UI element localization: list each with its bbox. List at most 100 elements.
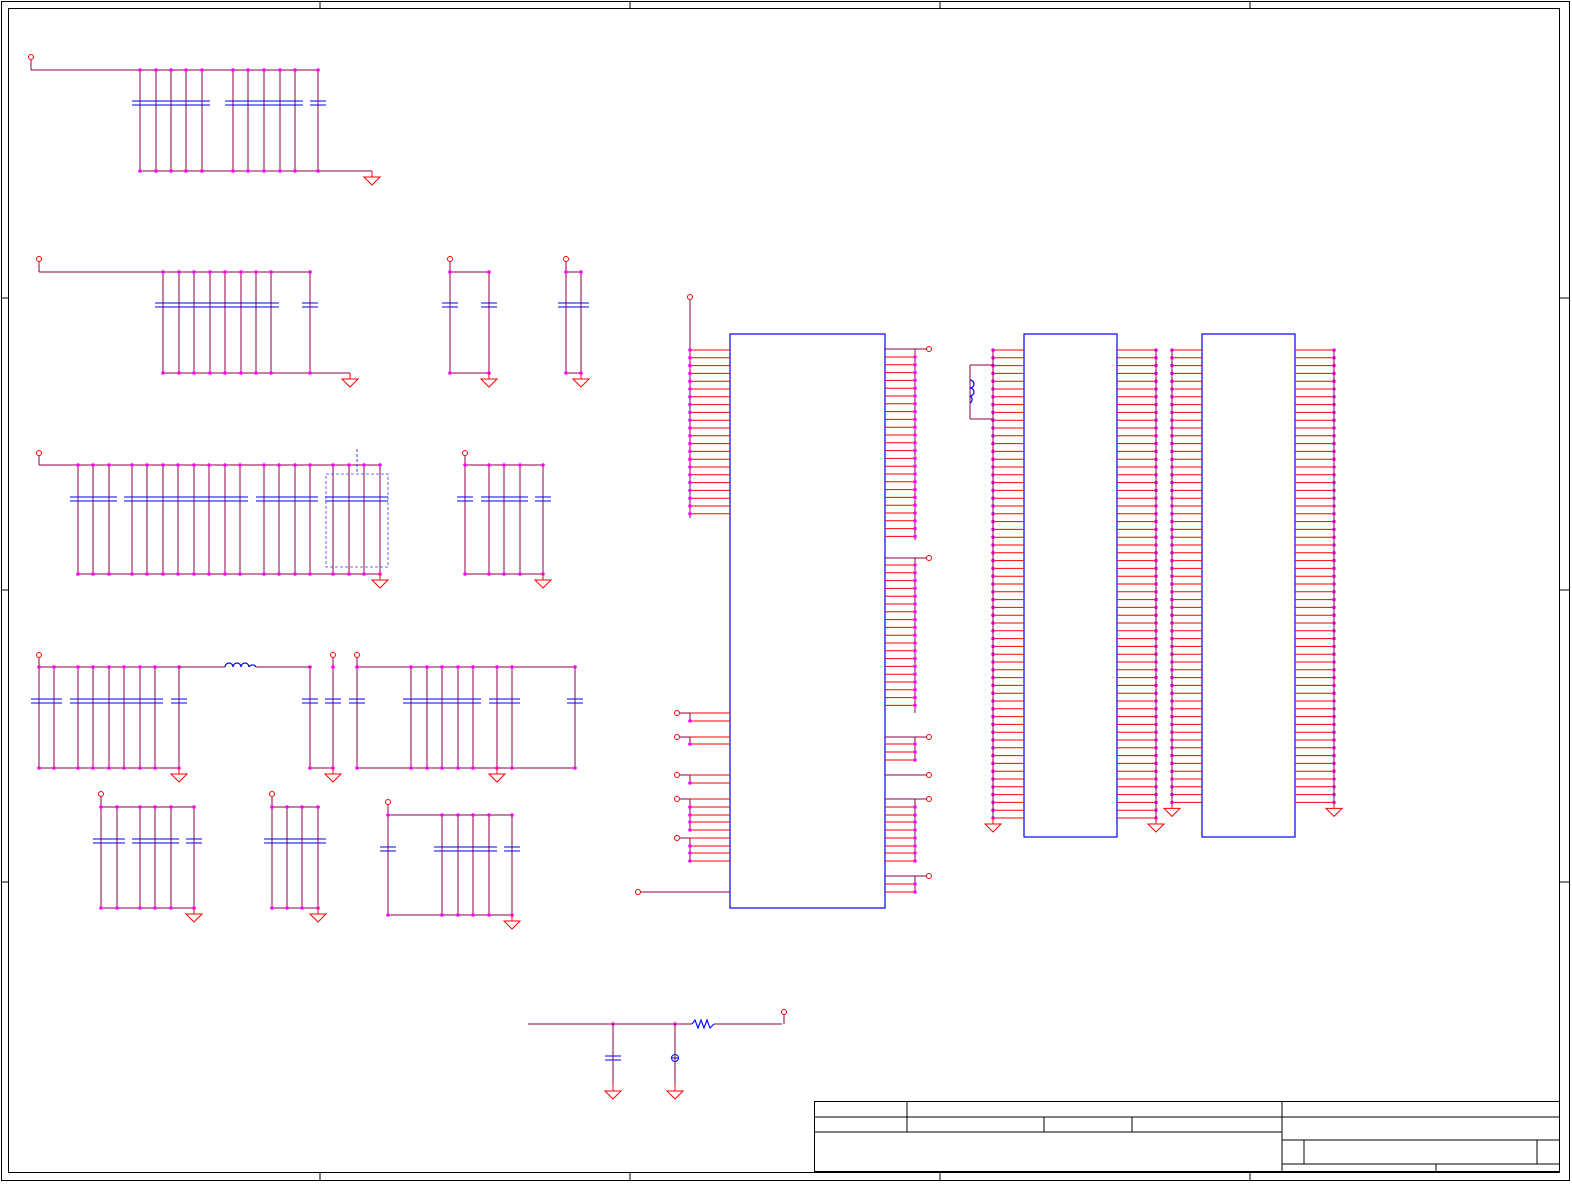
junction-dot bbox=[254, 371, 258, 375]
power-port-icon bbox=[462, 450, 468, 456]
junction-dot bbox=[316, 169, 320, 173]
capacitor-bank bbox=[93, 791, 204, 923]
junction-dot bbox=[331, 665, 335, 669]
junction-dot bbox=[300, 906, 304, 910]
junction-dot bbox=[223, 270, 227, 274]
capacitor-bank bbox=[380, 799, 522, 930]
junction-dot bbox=[138, 906, 142, 910]
junction-dot bbox=[138, 766, 142, 770]
junction-dot bbox=[913, 602, 917, 606]
ground-triangle bbox=[479, 378, 499, 388]
junction-dot bbox=[688, 828, 692, 832]
junction-dot bbox=[331, 572, 335, 576]
junction-dot bbox=[688, 473, 692, 477]
decoupling-capacitor-banks bbox=[28, 54, 591, 930]
junction-dot bbox=[362, 572, 366, 576]
junction-dot bbox=[913, 750, 917, 754]
junction-dot bbox=[913, 664, 917, 669]
junction-dot bbox=[308, 270, 312, 274]
junction-dot bbox=[579, 270, 583, 274]
junction-dot bbox=[913, 680, 917, 684]
junction-dot bbox=[122, 665, 126, 669]
junction-dot bbox=[262, 572, 266, 576]
junction-dot bbox=[154, 68, 158, 72]
junction-dot bbox=[913, 859, 917, 863]
junction-dot bbox=[688, 363, 692, 368]
junction-dot bbox=[440, 766, 444, 770]
junction-dot bbox=[208, 270, 212, 274]
junction-dot bbox=[192, 805, 196, 809]
junction-dot bbox=[913, 519, 917, 523]
junction-dot bbox=[192, 572, 196, 576]
junction-dot bbox=[502, 463, 506, 467]
junction-dot bbox=[184, 68, 188, 72]
junction-dot bbox=[91, 665, 95, 669]
junction-dot bbox=[913, 813, 917, 817]
ground-icon bbox=[340, 373, 360, 388]
junction-dot bbox=[316, 68, 320, 72]
schematic-sheet bbox=[0, 0, 1572, 1183]
junction-dot bbox=[913, 836, 917, 840]
junction-dot bbox=[278, 68, 282, 72]
junction-dot bbox=[564, 270, 568, 274]
junction-dot bbox=[688, 781, 692, 785]
junction-dot bbox=[913, 378, 917, 383]
junction-dot bbox=[37, 766, 41, 770]
junction-dot bbox=[169, 169, 173, 173]
ground-triangle bbox=[502, 920, 522, 930]
junction-dot bbox=[161, 270, 165, 274]
junction-dot bbox=[510, 665, 514, 669]
junction-dot bbox=[107, 766, 111, 770]
junction-dot bbox=[308, 572, 312, 576]
ground-icon bbox=[1162, 802, 1182, 818]
junction-dot bbox=[239, 371, 243, 375]
ground-icon bbox=[1324, 802, 1344, 818]
junction-dot bbox=[913, 617, 917, 622]
junction-dot bbox=[456, 813, 460, 817]
junction-dot bbox=[76, 572, 80, 576]
junction-dot bbox=[502, 572, 506, 576]
junction-dot bbox=[293, 463, 297, 467]
power-port-icon bbox=[687, 294, 693, 300]
junction-dot bbox=[913, 534, 917, 539]
ground-triangle bbox=[323, 773, 343, 783]
ground-icon bbox=[169, 768, 189, 783]
junction-dot bbox=[913, 890, 917, 894]
junction-dot bbox=[448, 371, 452, 375]
junction-dot bbox=[308, 766, 312, 770]
junction-dot bbox=[176, 463, 180, 467]
ground-icon bbox=[184, 908, 204, 923]
junction-dot bbox=[688, 371, 692, 376]
junction-dot bbox=[913, 409, 917, 414]
junction-dot bbox=[169, 805, 173, 809]
junction-dot bbox=[262, 68, 266, 72]
power-port-icon bbox=[674, 835, 680, 841]
junction-dot bbox=[463, 572, 467, 576]
junction-dot bbox=[246, 68, 250, 72]
junction-dot bbox=[913, 402, 917, 406]
junction-dot bbox=[913, 503, 917, 508]
junction-dot bbox=[913, 703, 917, 708]
power-port-icon bbox=[635, 889, 641, 895]
junction-dot bbox=[378, 463, 382, 467]
junction-dot bbox=[688, 441, 692, 446]
junction-dot bbox=[913, 882, 917, 886]
junction-dot bbox=[99, 805, 103, 809]
junction-dot bbox=[107, 572, 111, 576]
junction-dot bbox=[409, 665, 413, 669]
capacitor-bank bbox=[457, 450, 553, 589]
junction-dot bbox=[913, 441, 917, 445]
junction-dot bbox=[269, 270, 273, 274]
junction-dot bbox=[425, 665, 429, 669]
junction-dot bbox=[138, 805, 142, 809]
junction-dot bbox=[913, 464, 917, 469]
junction-dot bbox=[913, 633, 917, 637]
inductor-icon bbox=[967, 379, 975, 404]
junction-dot bbox=[463, 463, 467, 467]
connector-ic-u3 bbox=[1162, 333, 1344, 838]
junction-dot bbox=[293, 572, 297, 576]
junction-dot bbox=[541, 463, 545, 467]
junction-dot bbox=[130, 572, 134, 576]
junction-dot bbox=[269, 371, 273, 375]
junction-dot bbox=[161, 371, 165, 375]
